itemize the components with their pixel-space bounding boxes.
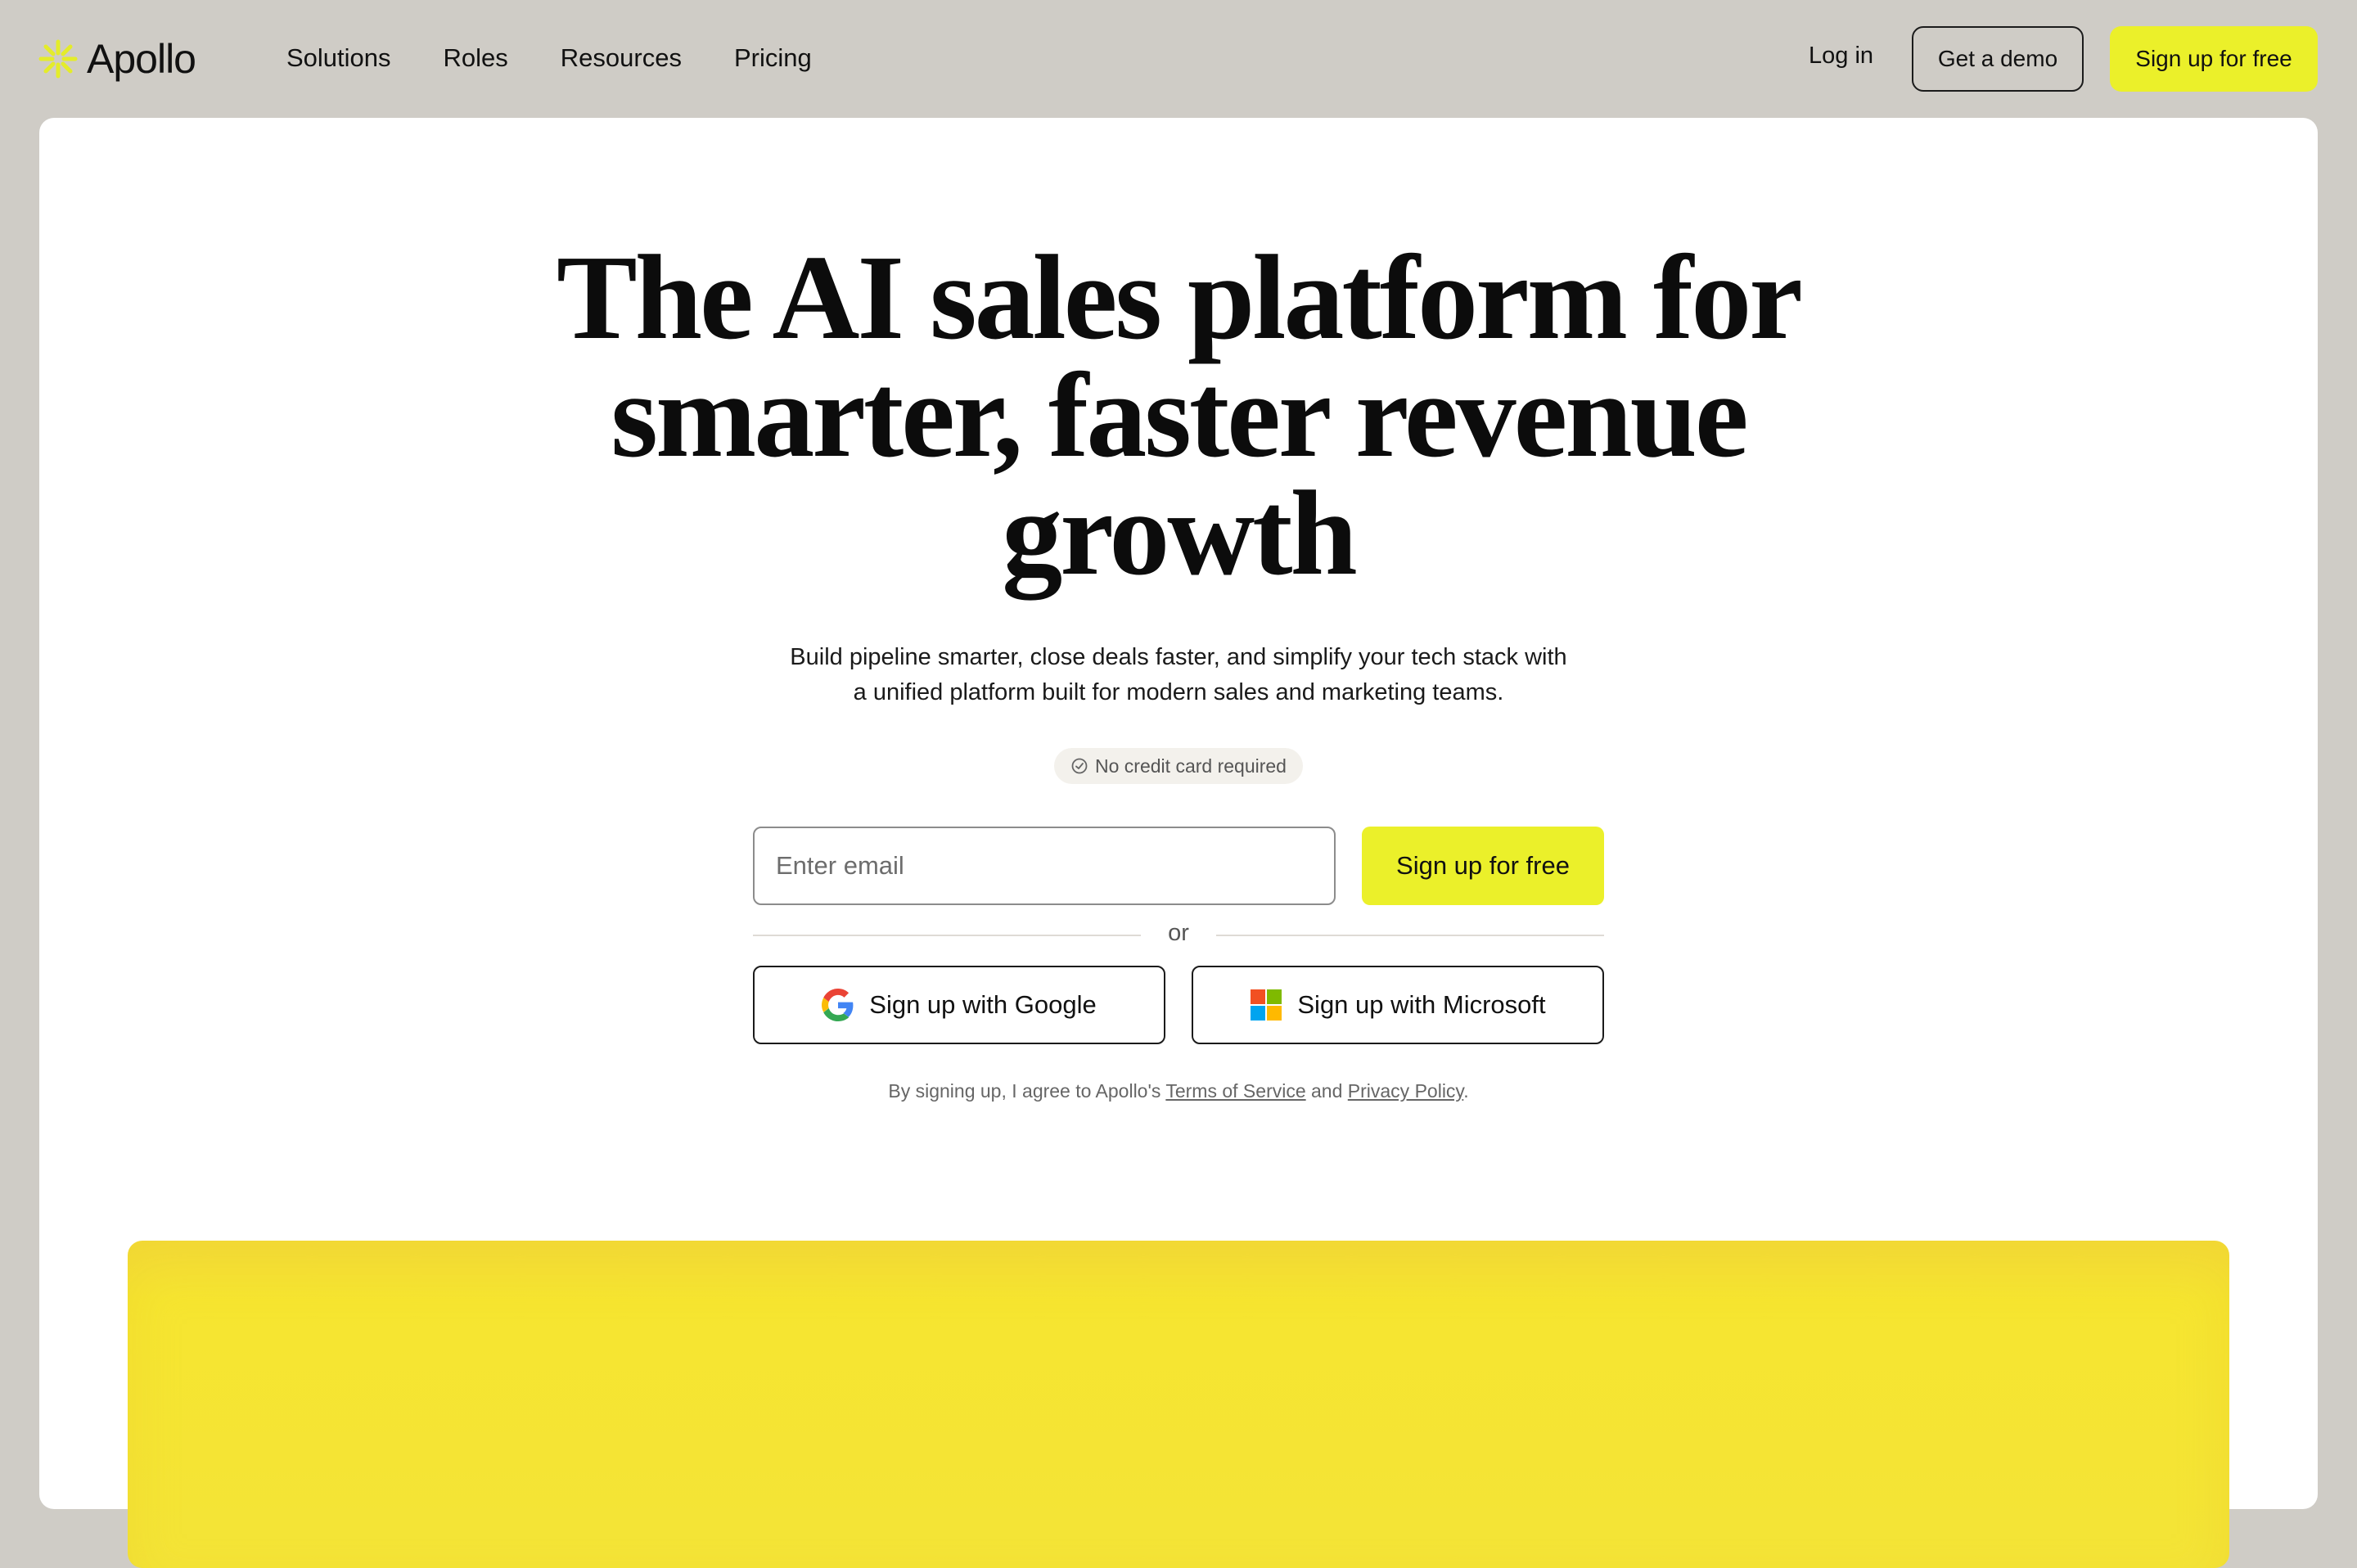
or-divider-label: or [1168, 920, 1189, 946]
nav-item-solutions[interactable]: Solutions [286, 43, 391, 73]
google-signup-button[interactable]: Sign up with Google [753, 966, 1165, 1044]
nav-item-pricing[interactable]: Pricing [734, 43, 812, 73]
top-navigation: Apollo Solutions Roles Resources Pricing… [0, 0, 2357, 118]
badge-label: No credit card required [1095, 755, 1287, 777]
legal-suffix: . [1463, 1080, 1469, 1102]
terms-of-service-link[interactable]: Terms of Service [1165, 1080, 1305, 1102]
hero-subtitle: Build pipeline smarter, close deals fast… [737, 640, 1620, 710]
check-circle-icon [1071, 758, 1088, 774]
hero-title-line: growth [1002, 466, 1358, 601]
signup-button[interactable]: Sign up for free [1362, 827, 1604, 905]
google-signup-label: Sign up with Google [869, 990, 1097, 1019]
apollo-logo[interactable]: Apollo [38, 31, 196, 87]
brand-name: Apollo [87, 36, 196, 82]
hero-title: The AI sales platform for smarter, faste… [39, 231, 2318, 601]
yellow-feature-panel [128, 1241, 2229, 1568]
hero-subtitle-line: Build pipeline smarter, close deals fast… [790, 644, 1567, 670]
microsoft-icon [1251, 989, 1282, 1021]
hero-title-line: smarter, faster revenue [611, 349, 1748, 483]
no-credit-card-badge: No credit card required [1054, 748, 1303, 784]
asterisk-burst-icon [38, 39, 78, 79]
legal-and: and [1311, 1080, 1343, 1102]
google-icon [822, 989, 854, 1021]
signup-header-button[interactable]: Sign up for free [2110, 26, 2318, 92]
microsoft-signup-button[interactable]: Sign up with Microsoft [1192, 966, 1604, 1044]
email-input[interactable] [753, 827, 1336, 905]
main-nav: Solutions Roles Resources Pricing [286, 38, 812, 79]
microsoft-signup-label: Sign up with Microsoft [1297, 990, 1546, 1019]
hero-title-line: The AI sales platform for [557, 231, 1803, 365]
legal-prefix: By signing up, I agree to Apollo's [888, 1080, 1161, 1102]
nav-item-resources[interactable]: Resources [561, 43, 682, 73]
hero-card: The AI sales platform for smarter, faste… [39, 118, 2318, 1568]
privacy-policy-link[interactable]: Privacy Policy [1348, 1080, 1463, 1102]
get-demo-button[interactable]: Get a demo [1912, 26, 2084, 92]
divider-line [1216, 935, 1604, 936]
login-link[interactable]: Log in [1809, 43, 1873, 70]
legal-notice: By signing up, I agree to Apollo's Terms… [39, 1080, 2318, 1102]
hero-subtitle-line: a unified platform built for modern sale… [853, 679, 1504, 705]
nav-item-roles[interactable]: Roles [444, 43, 508, 73]
divider-line [753, 935, 1141, 936]
